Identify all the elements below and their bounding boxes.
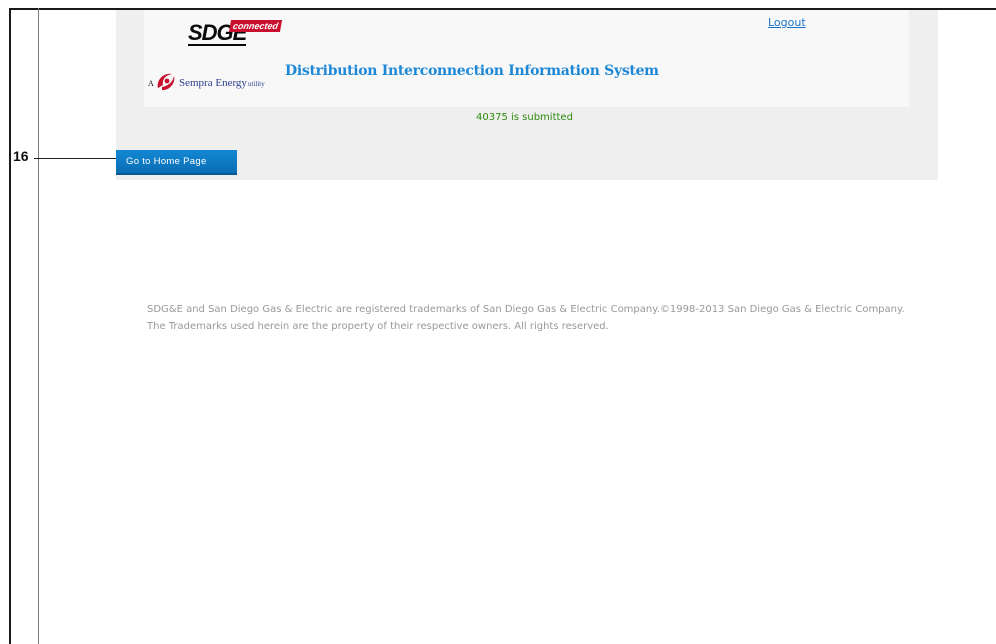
footer-copyright: SDG&E and San Diego Gas & Electric are r… xyxy=(147,301,967,335)
callout-leader-line xyxy=(34,158,116,159)
logout-link[interactable]: Logout xyxy=(768,16,806,29)
logo-sempra-name: Sempra Energy xyxy=(179,77,247,89)
footer-rights-line: The Trademarks used herein are the prope… xyxy=(147,321,609,332)
callout-number: 16 xyxy=(13,148,29,164)
logo-sempra-prefix: A xyxy=(148,79,154,88)
frame-left-border xyxy=(9,8,11,644)
go-to-home-page-button[interactable]: Go to Home Page xyxy=(116,150,237,175)
footer-trademark-line: SDG&E and San Diego Gas & Electric are r… xyxy=(147,304,905,315)
sempra-swirl-icon xyxy=(157,73,175,91)
logo-sempra-suffix: utility xyxy=(248,80,265,88)
submission-status-message: 40375 is submitted xyxy=(476,112,573,123)
system-title: Distribution Interconnection Information… xyxy=(285,63,659,79)
margin-rule xyxy=(38,8,39,644)
sdge-logo: SDGE connected A Sempra Energy utility xyxy=(144,20,284,100)
logo-connected-tag: connected xyxy=(228,20,283,32)
